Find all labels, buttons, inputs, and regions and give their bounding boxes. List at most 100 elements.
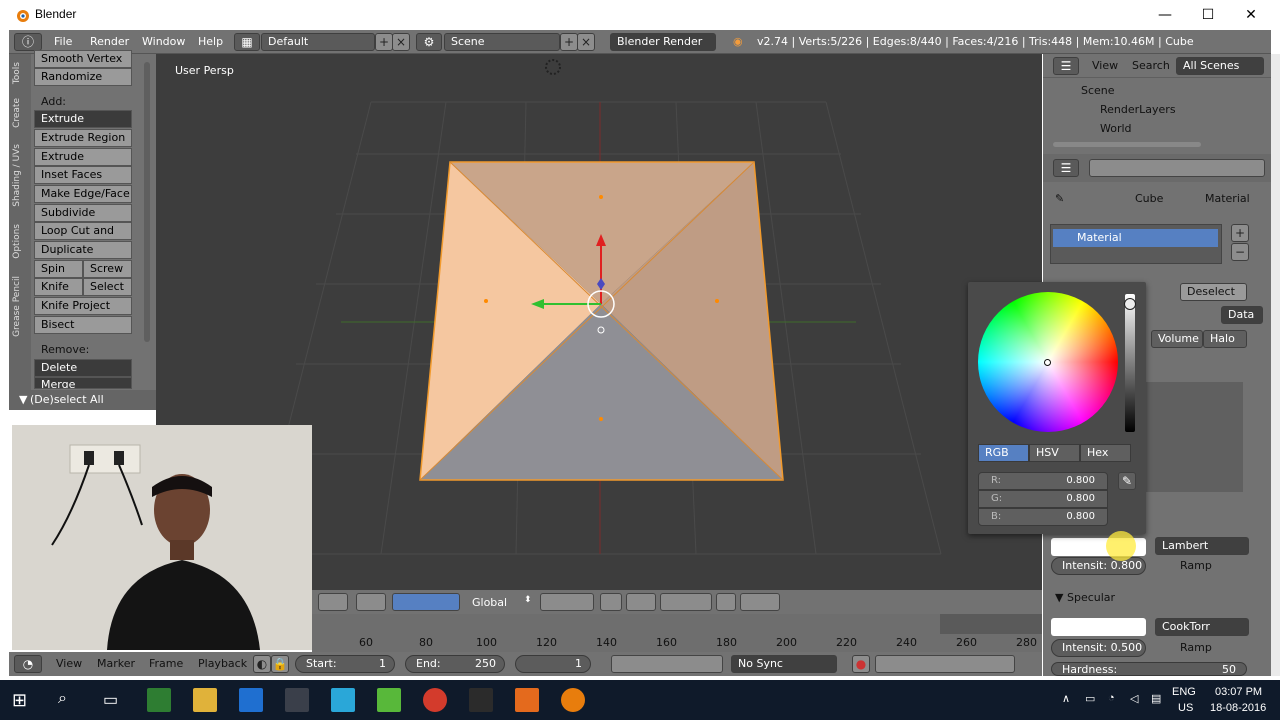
knife-project-button[interactable]: Knife Project [34,297,132,315]
menu-render[interactable]: Render [90,33,129,51]
add-slot-button[interactable]: + [1231,224,1249,242]
start-frame-field[interactable]: Start: 1 [295,655,395,673]
bisect-button[interactable]: Bisect [34,316,132,334]
end-frame-field[interactable]: End: 250 [405,655,505,673]
randomize-button[interactable]: Randomize [34,68,132,86]
timeline-editor-type-button[interactable]: ◔ [14,655,42,673]
app-icon-5[interactable] [515,688,539,712]
task-view-icon[interactable]: ▭ [103,690,118,710]
outliner-item-scene[interactable]: Scene [1081,82,1115,100]
manipulator-buttons[interactable] [392,593,460,611]
tab-shading-uvs[interactable]: Shading / UVs [12,144,26,207]
hardness-field[interactable]: Hardness: 50 [1051,662,1247,676]
make-edge-face-button[interactable]: Make Edge/Face [34,185,132,203]
remove-layout-button[interactable]: × [392,33,410,51]
minimize-icon[interactable]: — [1150,4,1180,26]
timeline-menu-playback[interactable]: Playback [198,655,247,673]
scene-select[interactable]: Scene [444,33,560,51]
extrude-region-button[interactable]: Extrude Region [34,129,132,147]
diffuse-shader-select[interactable]: Lambert [1155,537,1249,555]
tab-create[interactable]: Create [12,98,26,128]
timeline-menu-view[interactable]: View [56,655,82,673]
windows-start-icon[interactable]: ⊞ [12,690,27,711]
specular-collapse-icon[interactable]: ▼ [1055,589,1063,607]
layout-icon[interactable]: ▦ [234,33,260,51]
value-slider[interactable] [1125,294,1135,432]
delete-dropdown[interactable]: Delete [34,359,132,377]
timeline-menu-frame[interactable]: Frame [149,655,183,673]
clock-time[interactable]: 03:07 PM [1215,686,1262,698]
tab-hsv[interactable]: HSV [1029,444,1080,462]
proportional-editing-button[interactable] [626,593,656,611]
tab-tools[interactable]: Tools [12,62,26,84]
extrude-individual-button[interactable]: Extrude Individual [34,148,132,179]
orientation-dropdown-icon[interactable]: ⬍ [524,595,532,605]
specular-header[interactable]: Specular [1067,589,1115,607]
specular-ramp-checkbox[interactable]: Ramp [1180,639,1212,657]
app-icon-2[interactable] [331,688,355,712]
properties-editor-type-button[interactable]: ☰ [1053,159,1079,177]
merge-dropdown[interactable]: Merge [34,377,132,389]
scene-icon[interactable]: ⚙ [416,33,442,51]
properties-context-tabs[interactable] [1089,159,1265,177]
menu-help[interactable]: Help [198,33,223,51]
sync-select[interactable]: No Sync [731,655,837,673]
orientation-label[interactable]: Global [472,596,507,609]
tray-chevron-icon[interactable]: ∧ [1062,692,1070,705]
snapping-buttons[interactable] [660,593,712,611]
lock-icon[interactable]: 🔒 [271,655,289,673]
outliner-search-menu[interactable]: Search [1132,57,1170,75]
editor-type-button[interactable]: ⓘ [14,33,42,51]
volume-tab[interactable]: Volume [1151,330,1203,348]
clock-date[interactable]: 18-08-2016 [1210,702,1266,714]
app-icon-1[interactable] [147,688,171,712]
material-slot[interactable]: Material [1053,229,1218,247]
opengl-render-buttons[interactable] [740,593,780,611]
screw-button[interactable]: Screw [83,260,132,278]
app-icon-4[interactable] [469,688,493,712]
tab-hex[interactable]: Hex [1080,444,1131,462]
tab-grease-pencil[interactable]: Grease Pencil [12,276,26,337]
search-icon[interactable]: ⌕ [58,690,67,708]
maximize-icon[interactable]: ☐ [1193,4,1223,26]
pivot-button[interactable] [356,593,386,611]
blender-taskbar-icon[interactable] [561,688,585,712]
tab-options[interactable]: Options [12,224,26,259]
edge-icon[interactable] [239,688,263,712]
record-icon[interactable]: ● [852,655,870,673]
preview-range-icon[interactable]: ◐ [253,655,271,673]
extrude-dropdown[interactable]: Extrude [34,110,132,128]
inset-faces-button[interactable]: Inset Faces [34,166,132,184]
playback-controls[interactable] [611,655,723,673]
color-wheel-cursor[interactable] [1044,359,1051,366]
data-select[interactable]: Data [1221,306,1263,324]
deselect-button[interactable]: Deselect [1180,283,1247,301]
battery-icon[interactable]: ▭ [1085,692,1095,705]
subdivide-button[interactable]: Subdivide [34,204,132,222]
green-field[interactable]: G: 0.800 [978,490,1108,508]
select-mode-button[interactable] [600,593,622,611]
store-icon[interactable] [285,688,309,712]
outliner-item-renderlayers[interactable]: RenderLayers [1100,101,1176,119]
spin-button[interactable]: Spin [34,260,83,278]
outliner-scrollbar[interactable] [1053,142,1201,147]
blue-field[interactable]: B: 0.800 [978,508,1108,526]
outliner-view-menu[interactable]: View [1092,57,1118,75]
specular-shader-select[interactable]: CookTorr [1155,618,1249,636]
select-button[interactable]: Select [83,278,132,296]
notification-icon[interactable]: ▤ [1151,692,1161,705]
network-icon[interactable]: ◔ [1108,692,1115,704]
outliner-editor-type-button[interactable]: ☰ [1053,57,1079,75]
outliner-item-world[interactable]: World [1100,120,1132,138]
language-eng[interactable]: ENG [1172,686,1196,698]
duplicate-button[interactable]: Duplicate [34,241,132,259]
add-scene-button[interactable]: + [560,33,578,51]
chrome-icon[interactable] [423,688,447,712]
current-frame-field[interactable]: 1 [515,655,591,673]
tab-rgb[interactable]: RGB [978,444,1029,462]
eyedropper-icon[interactable]: ✎ [1118,472,1136,490]
diffuse-ramp-checkbox[interactable]: Ramp [1180,557,1212,575]
menu-file[interactable]: File [54,33,72,51]
render-button[interactable] [716,593,736,611]
timeline[interactable]: 60 80 100 120 140 160 180 200 220 240 26… [312,614,1042,654]
